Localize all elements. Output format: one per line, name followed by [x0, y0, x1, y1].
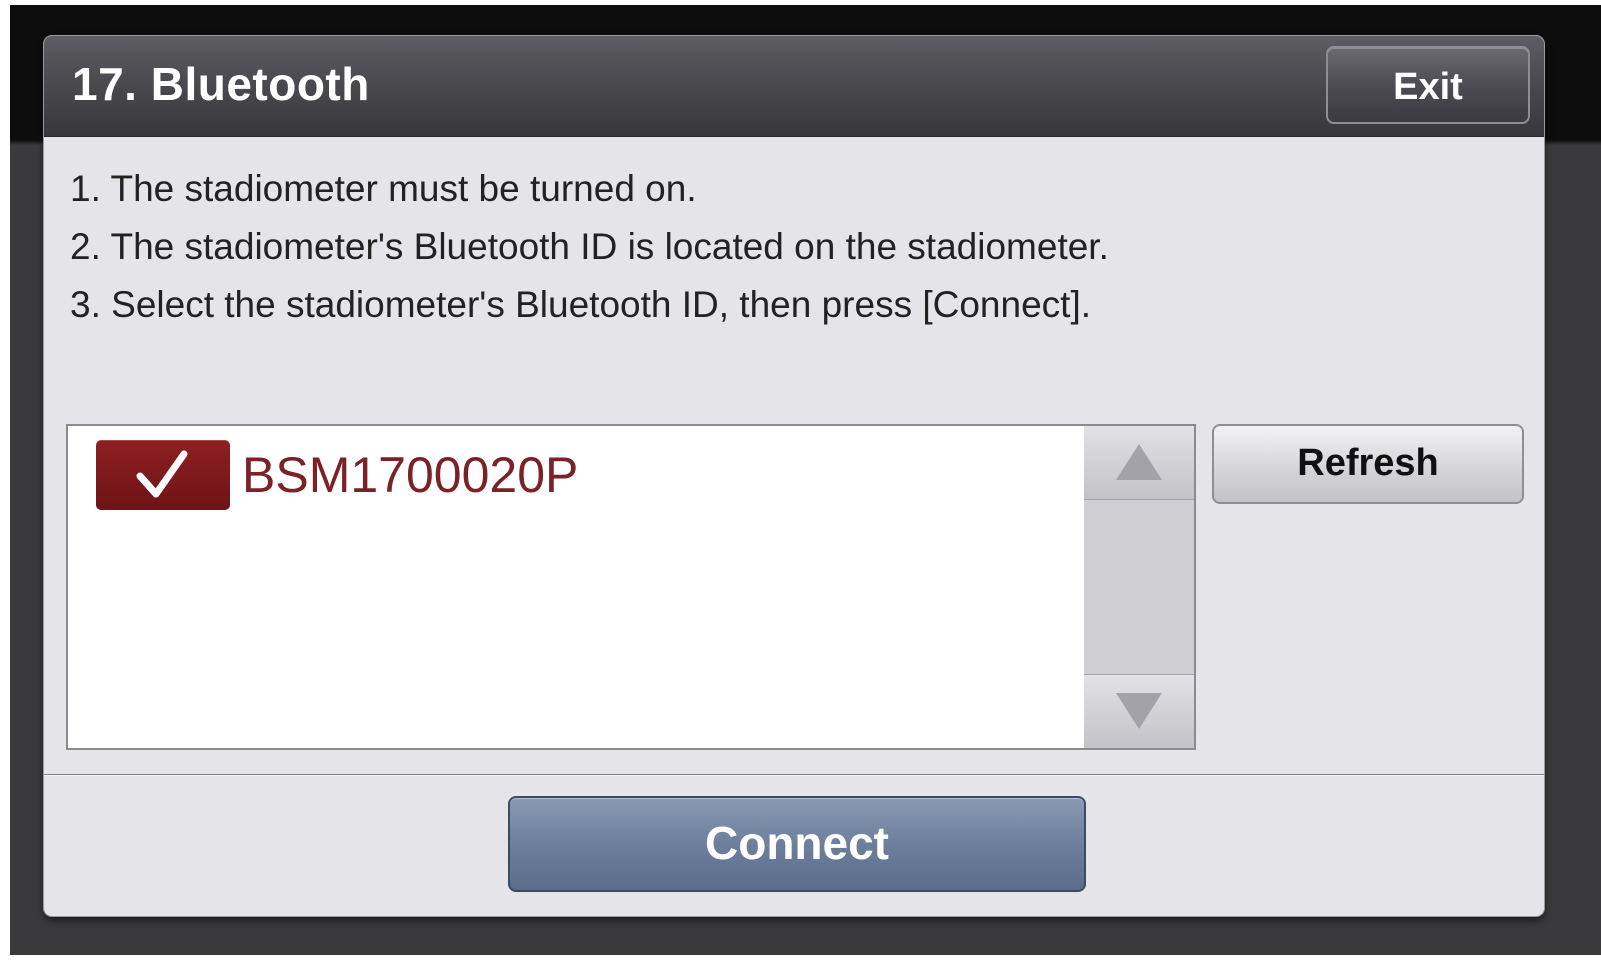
scroll-down-button[interactable]: [1084, 674, 1194, 748]
device-list-item-label: BSM1700020P: [242, 447, 579, 503]
dialog-title: 17. Bluetooth: [72, 58, 370, 110]
divider: [44, 774, 1544, 776]
bluetooth-device-list: BSM1700020P: [66, 424, 1086, 750]
triangle-down-icon: [1116, 693, 1162, 729]
refresh-button[interactable]: Refresh: [1212, 424, 1524, 504]
device-list-item[interactable]: BSM1700020P: [96, 440, 996, 510]
exit-button[interactable]: Exit: [1326, 46, 1530, 124]
instruction-step-1: 1. The stadiometer must be turned on.: [70, 168, 697, 209]
triangle-up-icon: [1116, 444, 1162, 480]
list-scrollbar[interactable]: [1084, 424, 1196, 750]
bluetooth-dialog: 17. Bluetooth Exit 1. The stadiometer mu…: [44, 36, 1544, 916]
instruction-step-2: 2. The stadiometer's Bluetooth ID is loc…: [70, 226, 1109, 267]
instruction-step-3: 3. Select the stadiometer's Bluetooth ID…: [70, 284, 1092, 325]
device-checkbox[interactable]: [96, 440, 230, 510]
instructions: 1. The stadiometer must be turned on. 2.…: [70, 160, 1109, 334]
checkmark-icon: [136, 450, 188, 498]
dialog-title-bar: 17. Bluetooth Exit: [44, 36, 1544, 137]
connect-button[interactable]: Connect: [508, 796, 1086, 892]
scroll-up-button[interactable]: [1084, 426, 1194, 500]
